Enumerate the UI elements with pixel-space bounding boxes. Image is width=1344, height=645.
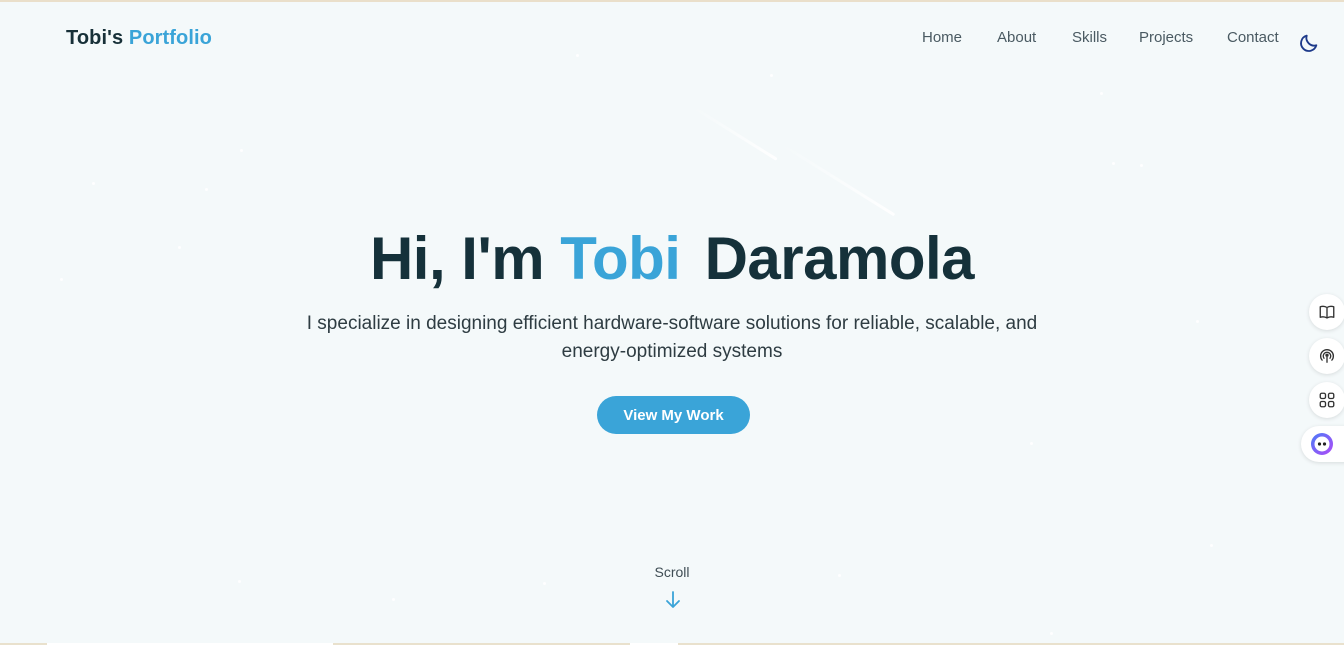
hero-title: Hi, I'm Tobi Daramola: [0, 224, 1344, 293]
page: Tobi's Portfolio Home About Skills Proje…: [0, 0, 1344, 645]
star: [1140, 164, 1143, 167]
apps-grid-icon: [1319, 392, 1335, 408]
main-nav: Home About Skills Projects Contact: [0, 29, 1344, 49]
star: [392, 598, 395, 601]
hero-last-name: Daramola: [704, 225, 975, 292]
view-my-work-button[interactable]: View My Work: [597, 396, 750, 434]
side-assistant-button[interactable]: [1301, 426, 1344, 462]
star: [1050, 632, 1053, 635]
star: [1196, 320, 1199, 323]
shooting-star: [691, 105, 778, 161]
star: [1210, 544, 1213, 547]
scroll-label[interactable]: Scroll: [0, 564, 1344, 580]
star: [92, 182, 95, 185]
shooting-star: [779, 142, 896, 217]
moon-icon: [1300, 34, 1318, 52]
star: [1112, 162, 1115, 165]
star: [770, 74, 773, 77]
theme-toggle-button[interactable]: [1298, 32, 1320, 54]
side-broadcast-button[interactable]: [1309, 338, 1344, 374]
nav-about[interactable]: About: [997, 29, 1036, 46]
star: [1030, 442, 1033, 445]
hero-first-name: Tobi: [560, 225, 681, 292]
nav-home[interactable]: Home: [922, 29, 962, 46]
broadcast-icon: [1319, 348, 1335, 363]
book-icon: [1319, 305, 1335, 319]
nav-contact[interactable]: Contact: [1227, 29, 1279, 46]
arrow-down-icon[interactable]: [664, 590, 682, 610]
star: [543, 582, 546, 585]
side-book-button[interactable]: [1309, 294, 1344, 330]
assistant-bot-icon: [1311, 433, 1333, 455]
side-apps-button[interactable]: [1309, 382, 1344, 418]
hero-subtitle: I specialize in designing efficient hard…: [306, 313, 1038, 362]
star: [1100, 92, 1103, 95]
nav-projects[interactable]: Projects: [1139, 29, 1193, 46]
star: [240, 149, 243, 152]
hero-greeting: Hi, I'm: [369, 225, 545, 292]
star: [238, 580, 241, 583]
star: [205, 188, 208, 191]
nav-skills[interactable]: Skills: [1072, 29, 1107, 46]
star: [576, 54, 579, 57]
